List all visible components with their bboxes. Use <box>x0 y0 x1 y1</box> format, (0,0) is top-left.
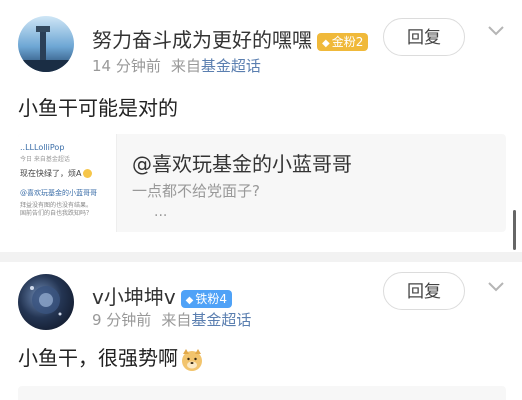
chevron-down-icon[interactable] <box>485 20 507 42</box>
fan-badge[interactable]: ◆ 铁粉4 <box>180 289 233 308</box>
fan-badge-label: 铁粉4 <box>195 291 228 306</box>
comment-text: 小鱼干，很强势啊 <box>18 342 204 372</box>
quoted-post-card[interactable]: ..LLLolliPop 今日 来自基金超话 现在快绿了，烦A @喜欢玩基金的小… <box>18 134 506 232</box>
diamond-icon: ◆ <box>185 294 194 306</box>
timestamp: 14 分钟前 <box>92 57 161 75</box>
thumb-line: @喜欢玩基金的小蓝哥哥 <box>20 189 97 197</box>
comment-item: v小坤坤v ◆ 铁粉4 9 分钟前 来自基金超话 回复 小鱼干，很强势啊 <box>0 262 522 400</box>
post-meta: 9 分钟前 来自基金超话 <box>92 309 251 330</box>
fan-badge[interactable]: ◆ 金粉2 <box>317 32 369 51</box>
doge-emoji-icon <box>182 348 202 371</box>
comment-feed: 努力奋斗成为更好的嘿嘿 ◆ 金粉2 14 分钟前 来自基金超话 回复 小鱼干可能是对的… <box>0 0 522 400</box>
username[interactable]: v小坤坤v ◆ 铁粉4 <box>92 281 233 310</box>
divider <box>0 252 522 262</box>
diamond-icon: ◆ <box>322 37 330 49</box>
thumb-line: 今日 来自基金超话 <box>20 156 70 163</box>
reply-button[interactable]: 回复 <box>383 272 465 310</box>
fan-badge-label: 金粉2 <box>331 34 364 49</box>
reply-button[interactable]: 回复 <box>383 18 465 56</box>
scrollbar[interactable] <box>513 210 516 250</box>
avatar[interactable] <box>18 16 74 72</box>
post-meta: 14 分钟前 来自基金超话 <box>92 55 261 76</box>
quoted-post-ellipsis: ... <box>154 204 168 220</box>
source-link[interactable]: 基金超话 <box>201 57 261 75</box>
chevron-down-icon[interactable] <box>485 276 507 298</box>
comment-item: 努力奋斗成为更好的嘿嘿 ◆ 金粉2 14 分钟前 来自基金超话 回复 小鱼干可能是对的… <box>0 0 522 252</box>
quoted-post-title[interactable]: @喜欢玩基金的小蓝哥哥 <box>132 148 352 177</box>
avatar[interactable] <box>18 274 74 330</box>
thumb-line: ..LLLolliPop <box>20 143 65 152</box>
comment-text-body: 小鱼干，很强势啊 <box>18 346 178 370</box>
username-text[interactable]: v小坤坤v <box>92 285 176 309</box>
from-prefix: 来自 <box>161 311 192 329</box>
timestamp: 9 分钟前 <box>92 311 152 329</box>
emoji-icon <box>83 169 93 178</box>
avatar-image <box>18 26 74 72</box>
thumb-line: 国前告们的自也我跌知吗？ <box>20 210 93 217</box>
from-prefix: 来自 <box>170 57 201 75</box>
username[interactable]: 努力奋斗成为更好的嘿嘿 ◆ 金粉2 <box>92 24 369 53</box>
quoted-post-thumbnail: ..LLLolliPop 今日 来自基金超话 现在快绿了，烦A @喜欢玩基金的小… <box>18 134 117 232</box>
username-text[interactable]: 努力奋斗成为更好的嘿嘿 <box>92 28 312 52</box>
source-link[interactable]: 基金超话 <box>191 311 251 329</box>
comment-text: 小鱼干可能是对的 <box>18 96 178 120</box>
quoted-post-card[interactable] <box>18 386 506 400</box>
avatar-image <box>30 286 62 316</box>
quoted-post-subtitle: 一点都不给党面子? <box>132 182 260 200</box>
thumb-line: 现在快绿了，烦A <box>20 168 93 179</box>
